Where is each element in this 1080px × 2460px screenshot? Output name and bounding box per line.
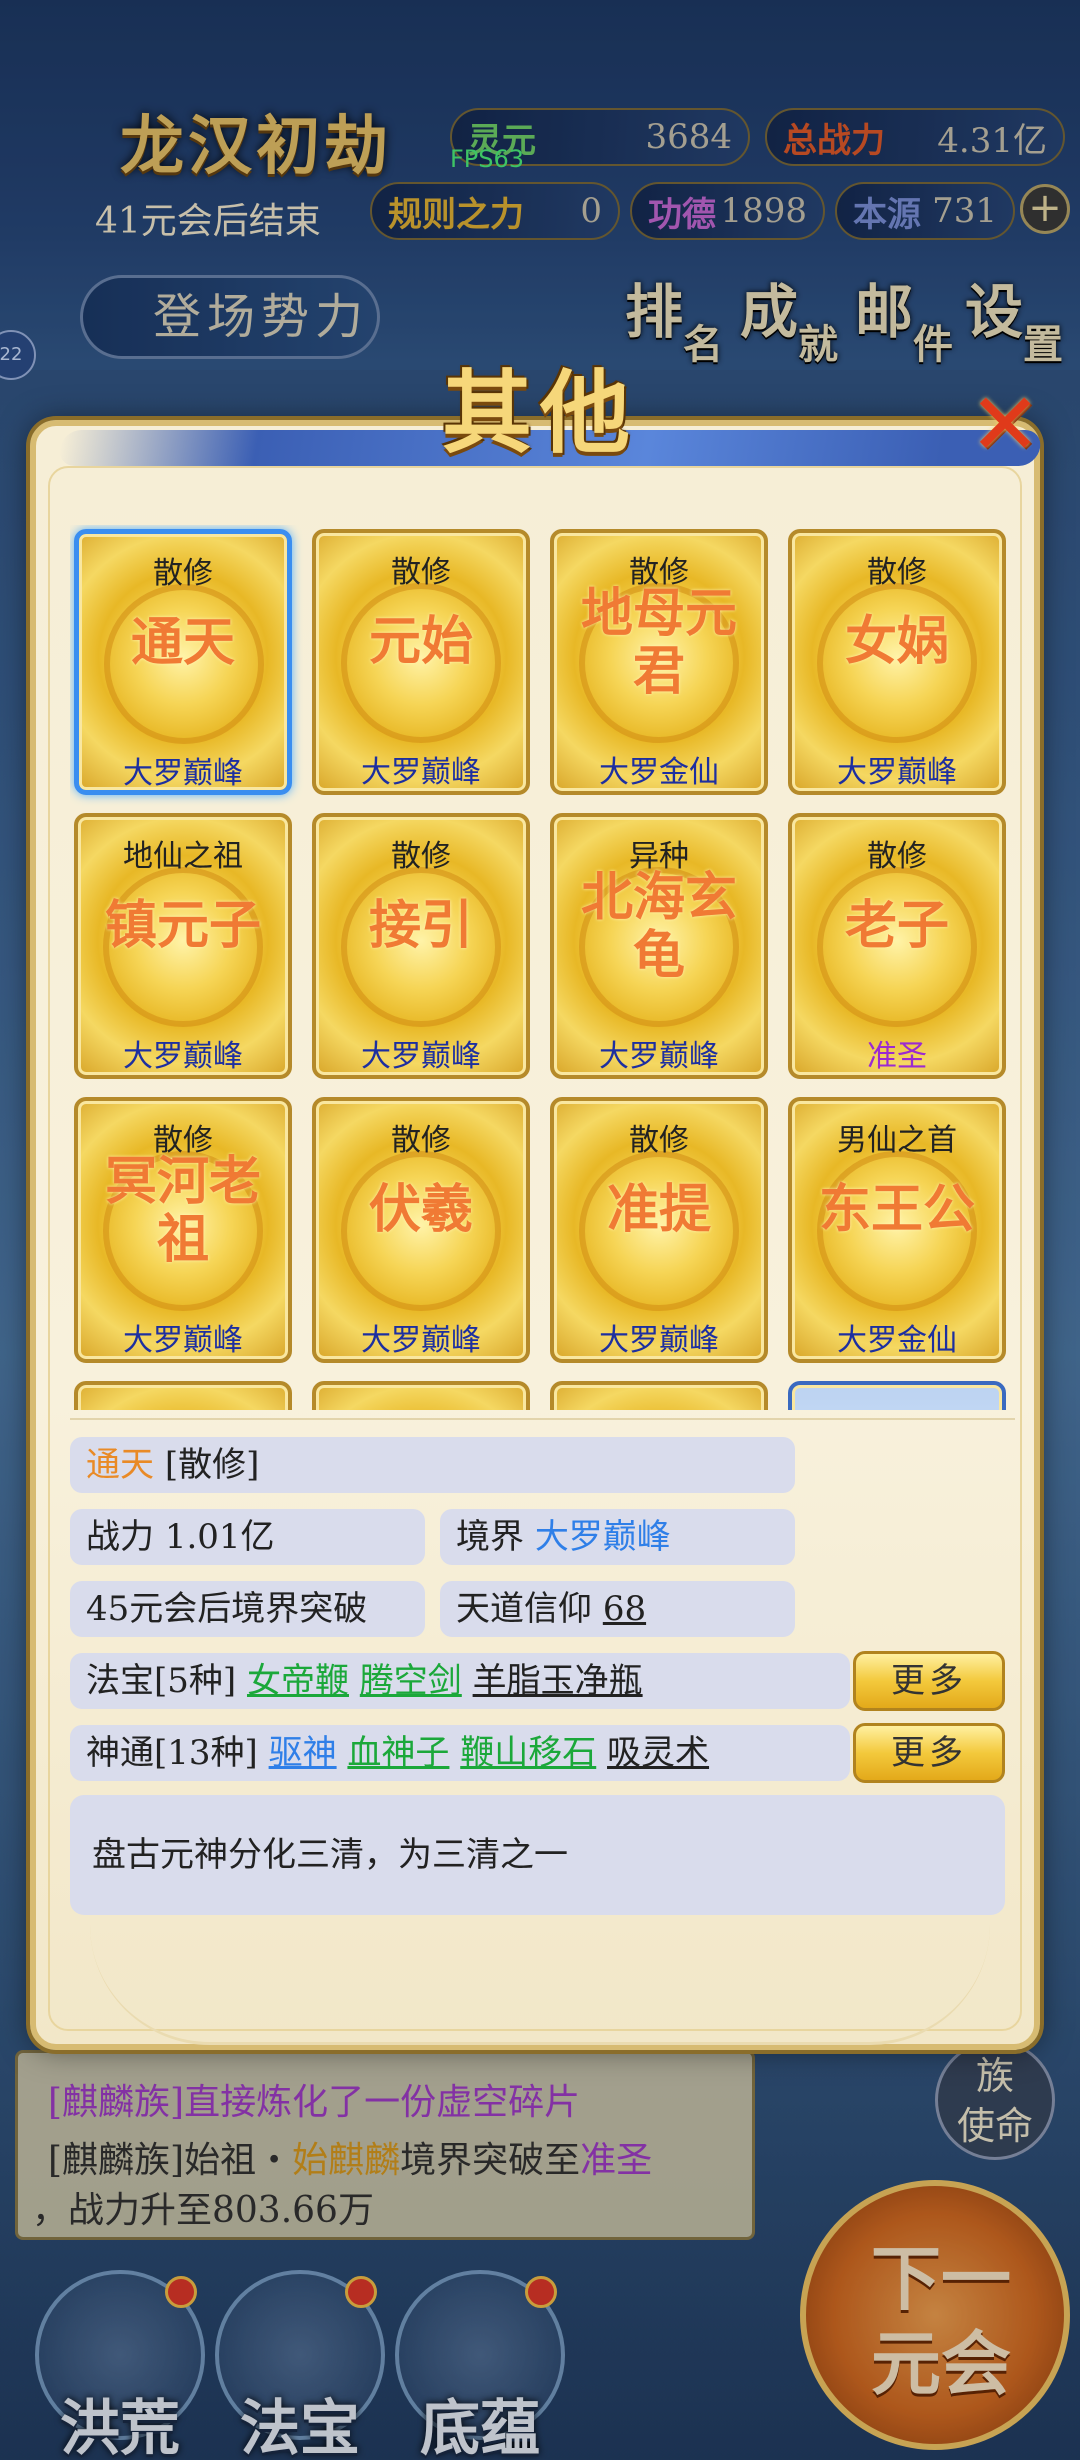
card-name: 女娲 (844, 611, 949, 672)
card-realm: 大罗巅峰 (361, 755, 481, 790)
treasure-link[interactable]: 腾空剑 (360, 1661, 462, 1701)
detail-skill-row: 神通[13种] 驱神 血神子 鞭山移石 吸灵术 (70, 1725, 850, 1781)
card-type: 散修 (867, 839, 927, 874)
skill-label: 神通[13种] (86, 1733, 258, 1773)
modal-header: 其他 (330, 340, 750, 466)
detail-name-row: 通天 [散修] (70, 1437, 795, 1493)
divider (70, 1418, 1015, 1420)
skill-link[interactable]: 鞭山移石 (460, 1733, 596, 1773)
card-realm: 大罗巅峰 (361, 1039, 481, 1074)
detail-power-label: 战力 (86, 1517, 154, 1557)
card-realm: 准圣 (867, 1039, 927, 1074)
skill-link[interactable]: 血神子 (347, 1733, 449, 1773)
card-name: 地母元君 (580, 583, 737, 702)
close-icon[interactable]: ✕ (960, 380, 1050, 470)
card-name: 接引 (368, 895, 473, 956)
card-realm: 大罗巅峰 (123, 1039, 243, 1074)
character-card-jieyin[interactable]: 散修 接引 大罗巅峰 (312, 813, 530, 1079)
detail-faith-row: 天道信仰 68 (440, 1581, 795, 1637)
character-card-zhunti[interactable]: 散修 准提 大罗巅峰 (550, 1097, 768, 1363)
character-card-nvwa[interactable]: 散修 女娲 大罗巅峰 (788, 529, 1006, 795)
card-realm: 大罗金仙 (599, 755, 719, 790)
treasure-link[interactable]: 羊脂玉净瓶 (473, 1661, 643, 1701)
detail-treasure-row: 法宝[5种] 女帝鞭 腾空剑 羊脂玉净瓶 (70, 1653, 850, 1709)
card-type: 散修 (391, 555, 451, 590)
detail-power-value: 1.01亿 (164, 1517, 275, 1557)
card-name: 老子 (844, 895, 949, 956)
card-type: 散修 (391, 1123, 451, 1158)
card-type: 散修 (867, 555, 927, 590)
detail-realm-row: 境界 大罗巅峰 (440, 1509, 795, 1565)
card-name: 镇元子 (104, 895, 261, 956)
skill-link[interactable]: 吸灵术 (607, 1733, 709, 1773)
character-card-partial[interactable] (550, 1381, 768, 1410)
modal-title: 其他 (442, 360, 638, 466)
character-card-dongwanggong[interactable]: 男仙之首 东王公 大罗金仙 (788, 1097, 1006, 1363)
card-realm: 大罗巅峰 (837, 755, 957, 790)
character-grid[interactable]: 散修 通天 大罗巅峰 散修 元始 大罗巅峰 散修 地母元君 大罗金仙 散修 女娲… (70, 525, 1015, 1410)
card-name: 伏羲 (368, 1179, 473, 1240)
character-card-beihai-xuangui[interactable]: 异种 北海玄龟 大罗巅峰 (550, 813, 768, 1079)
card-name: 冥河老祖 (104, 1151, 261, 1270)
card-name: 元始 (368, 611, 473, 672)
detail-power-row: 战力 1.01亿 (70, 1509, 425, 1565)
card-realm: 大罗巅峰 (123, 756, 243, 791)
card-type: 散修 (391, 839, 451, 874)
character-card-partial[interactable] (312, 1381, 530, 1410)
character-card-partial[interactable] (788, 1381, 1006, 1410)
card-type: 地仙之祖 (123, 839, 243, 874)
detail-realm-label: 境界 (456, 1517, 524, 1557)
card-realm: 大罗巅峰 (599, 1323, 719, 1358)
character-card-yuanshi[interactable]: 散修 元始 大罗巅峰 (312, 529, 530, 795)
character-card-tongtian[interactable]: 散修 通天 大罗巅峰 (74, 529, 292, 795)
card-realm: 大罗巅峰 (123, 1323, 243, 1358)
card-name: 北海玄龟 (580, 867, 737, 986)
detail-faith-value[interactable]: 68 (603, 1589, 646, 1629)
character-card-minghe[interactable]: 散修 冥河老祖 大罗巅峰 (74, 1097, 292, 1363)
card-realm: 大罗巅峰 (361, 1323, 481, 1358)
card-type: 散修 (153, 556, 213, 591)
character-card-zhenyuanzi[interactable]: 地仙之祖 镇元子 大罗巅峰 (74, 813, 292, 1079)
detail-name: 通天 (86, 1445, 154, 1485)
detail-type: [散修] (164, 1445, 260, 1485)
card-name: 准提 (606, 1179, 711, 1240)
card-realm: 大罗巅峰 (599, 1039, 719, 1074)
treasure-link[interactable]: 女帝鞭 (247, 1661, 349, 1701)
treasure-label: 法宝[5种] (86, 1661, 237, 1701)
character-card-dimu[interactable]: 散修 地母元君 大罗金仙 (550, 529, 768, 795)
detail-realm-value: 大罗巅峰 (534, 1517, 671, 1557)
character-card-laozi[interactable]: 散修 老子 准圣 (788, 813, 1006, 1079)
skill-link[interactable]: 驱神 (269, 1733, 337, 1773)
card-name: 通天 (130, 612, 235, 673)
character-card-fuxi[interactable]: 散修 伏羲 大罗巅峰 (312, 1097, 530, 1363)
skill-more-button[interactable]: 更多 (853, 1723, 1005, 1783)
detail-breakthrough-row: 45元会后境界突破 (70, 1581, 425, 1637)
modal-footer-ornament (90, 1925, 990, 2045)
character-card-partial[interactable] (74, 1381, 292, 1410)
detail-faith-label: 天道信仰 (456, 1589, 592, 1629)
card-realm: 大罗金仙 (837, 1323, 957, 1358)
card-type: 散修 (629, 1123, 689, 1158)
treasure-more-button[interactable]: 更多 (853, 1651, 1005, 1711)
detail-description: 盘古元神分化三清，为三清之一 (70, 1795, 1005, 1915)
card-type: 男仙之首 (837, 1123, 957, 1158)
card-name: 东王公 (818, 1179, 975, 1240)
